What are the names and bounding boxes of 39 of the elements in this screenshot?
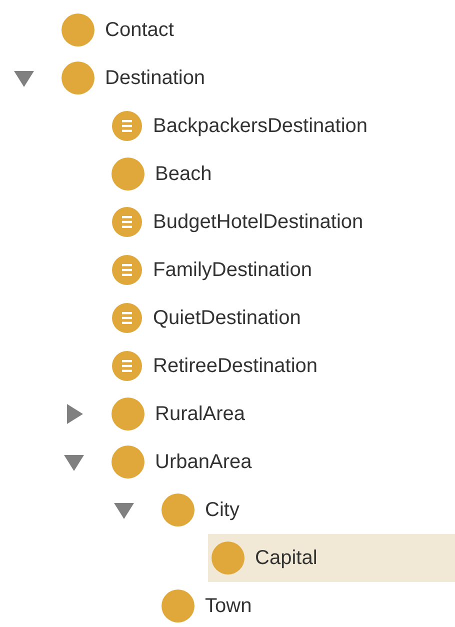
class-label: Capital [255, 546, 318, 571]
tree-row[interactable]: Contact [58, 6, 455, 54]
class-label: BudgetHotelDestination [153, 210, 364, 235]
selected-tree-row[interactable]: Capital [208, 534, 455, 582]
class-label: Beach [155, 162, 212, 187]
class-icon [61, 13, 95, 47]
class-icon [111, 157, 145, 191]
tree-row[interactable]: QuietDestination [108, 294, 455, 342]
class-label: RetireeDestination [153, 354, 318, 379]
class-icon [61, 61, 95, 95]
tree-row[interactable]: RetireeDestination [108, 342, 455, 390]
class-icon [111, 445, 145, 479]
class-label: FamilyDestination [153, 258, 312, 283]
class-label: UrbanArea [155, 450, 252, 475]
class-label: Town [205, 594, 252, 619]
class-label: QuietDestination [153, 306, 301, 331]
defined-class-icon [111, 110, 143, 142]
class-icon [161, 589, 195, 623]
tree-row[interactable]: FamilyDestination [108, 246, 455, 294]
class-label: RuralArea [155, 402, 246, 427]
defined-class-icon [111, 302, 143, 334]
tree-row[interactable]: BackpackersDestination [108, 102, 455, 150]
class-label: City [205, 498, 240, 523]
class-icon [161, 493, 195, 527]
defined-class-icon [111, 350, 143, 382]
tree-row[interactable]: Town [158, 582, 455, 627]
class-label: BackpackersDestination [153, 114, 368, 139]
tree-row[interactable]: RuralArea [108, 390, 455, 438]
tree-row[interactable]: Destination [58, 54, 455, 102]
tree-row[interactable]: BudgetHotelDestination [108, 198, 455, 246]
class-icon [111, 397, 145, 431]
class-icon [211, 541, 245, 575]
class-label: Contact [105, 18, 174, 43]
defined-class-icon [111, 254, 143, 286]
tree-row[interactable]: Beach [108, 150, 455, 198]
tree-row[interactable]: UrbanArea [108, 438, 455, 486]
tree-row[interactable]: City [158, 486, 455, 534]
defined-class-icon [111, 206, 143, 238]
class-label: Destination [105, 66, 206, 91]
